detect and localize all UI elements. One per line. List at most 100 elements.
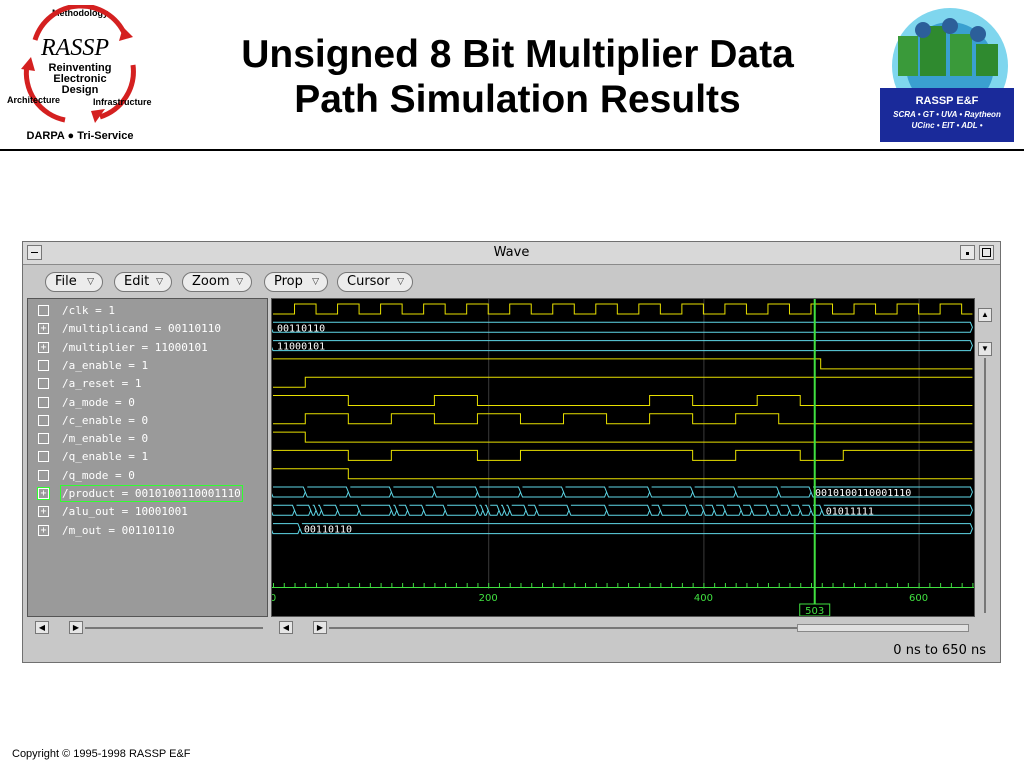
wave-scroll-track [329, 627, 797, 629]
bus-segment [294, 504, 312, 516]
bus-segment [740, 504, 753, 516]
bus-segment [606, 486, 651, 498]
bus-segment [686, 504, 704, 516]
prop-menu-button[interactable]: Prop ▽ [264, 272, 328, 292]
bus-segment [692, 486, 737, 498]
signal-label: /q_mode = 0 [62, 468, 135, 482]
signal-row[interactable]: /a_mode = 0 [28, 394, 267, 412]
signal-label: /clk = 1 [62, 304, 115, 317]
scroll-left-button[interactable]: ◀ [279, 621, 293, 634]
checkbox-icon[interactable] [38, 396, 49, 408]
bus-segment [315, 504, 322, 516]
signal-label: /a_reset = 1 [62, 377, 142, 391]
logo-architecture-label: Architecture [7, 95, 60, 105]
scroll-right-button[interactable]: ▶ [313, 621, 327, 634]
checkbox-icon[interactable] [38, 359, 49, 371]
cursor-menu-label: Cursor [347, 274, 390, 289]
checkbox-icon[interactable] [38, 414, 49, 426]
file-menu-button[interactable]: File ▽ [45, 272, 103, 292]
bus-value-label: 0010100110001110 [815, 488, 911, 499]
status-bar: 0 ns to 650 ns [23, 639, 1000, 662]
signal-row[interactable]: /q_mode = 0 [28, 467, 267, 485]
file-menu-label: File [55, 274, 77, 289]
checkbox-icon[interactable] [38, 469, 49, 481]
cursor-time-label: 503 [805, 606, 824, 616]
signal-row[interactable]: /q_enable = 1 [28, 448, 267, 466]
title-divider [0, 149, 1024, 151]
signal-row[interactable]: /a_reset = 1 [28, 375, 267, 393]
signal-row[interactable]: + /alu_out = 10001001 [28, 503, 267, 521]
zoom-menu-button[interactable]: Zoom ▽ [182, 272, 252, 292]
bus-segment [525, 504, 538, 516]
bus-segment [444, 504, 478, 516]
expand-icon[interactable]: + [38, 323, 49, 335]
minimize-button[interactable] [960, 245, 975, 260]
waveform-pane[interactable]: 00110110 11000101 0010100110001110 01011111… [271, 298, 975, 617]
edit-menu-button[interactable]: Edit ▽ [114, 272, 172, 292]
wave-window: Wave File ▽ Edit ▽ Zoom ▽ Prop ▽ Cursor ▽ /cl… [22, 241, 1001, 663]
waveform-trace [273, 303, 973, 315]
signal-row[interactable]: + /multiplicand = 00110110 [28, 320, 267, 338]
bus-segment [778, 486, 812, 498]
window-titlebar[interactable]: Wave [23, 242, 1000, 265]
signal-label: /multiplicand = 00110110 [62, 322, 221, 336]
checkbox-icon[interactable] [38, 433, 49, 445]
checkbox-icon[interactable] [38, 451, 49, 463]
signal-row[interactable]: + /multiplier = 11000101 [28, 339, 267, 357]
bus-segment [272, 523, 301, 535]
scroll-up-button[interactable]: ▲ [978, 308, 992, 322]
vertical-scroll-track [984, 358, 986, 613]
names-horizontal-scrollbar[interactable]: ◀ ▶ [27, 620, 268, 636]
bus-segment [304, 486, 349, 498]
expand-icon[interactable]: + [38, 506, 49, 518]
wave-horizontal-scrollbar[interactable]: ◀ ▶ [271, 620, 975, 636]
bus-segment [735, 486, 780, 498]
signal-row[interactable]: /a_enable = 1 [28, 357, 267, 375]
signal-label: /product = 0010100110001110 [60, 485, 243, 502]
signal-row[interactable]: /m_enable = 0 [28, 430, 267, 448]
signal-label: /alu_out = 10001001 [62, 505, 188, 519]
bus-segment [799, 504, 812, 516]
bus-segment [310, 504, 317, 516]
logo-rassp-brand: RASSP [40, 35, 109, 61]
expand-icon[interactable]: + [37, 487, 50, 500]
signal-row[interactable]: /clk = 1 [28, 302, 267, 320]
scroll-left-button[interactable]: ◀ [35, 621, 49, 634]
bus-segment [390, 486, 435, 498]
waveform-trace [273, 358, 973, 370]
rassp-logo: Methodology RASSP Reinventing Electronic… [7, 5, 152, 142]
vertical-scrollbar[interactable]: ▲ ▼ [977, 298, 994, 617]
bus-value-label: 00110110 [304, 525, 352, 536]
bus-segment [520, 486, 565, 498]
signal-names-pane[interactable]: /clk = 1 + /multiplicand = 00110110 + /multi… [27, 298, 268, 617]
expand-icon[interactable]: + [38, 341, 49, 353]
signal-label: /a_enable = 1 [62, 358, 149, 372]
bus-segment [433, 486, 478, 498]
rassp-ef-logo: RASSP E&F SCRA • GT • UVA • Raytheon UCi… [880, 8, 1014, 142]
waveform-canvas[interactable]: 00110110 11000101 0010100110001110 01011111… [272, 299, 974, 616]
scroll-down-button[interactable]: ▼ [978, 342, 992, 356]
bus-segment [509, 504, 527, 516]
bus-segment [476, 486, 522, 498]
bus-segment [272, 321, 973, 333]
bus-segment [487, 504, 500, 516]
checkbox-icon[interactable] [38, 378, 49, 390]
wave-scroll-thumb[interactable] [797, 624, 969, 632]
signal-row[interactable]: /c_enable = 0 [28, 412, 267, 430]
signal-row[interactable]: + /product = 0010100110001110 [28, 485, 267, 503]
bus-segment [390, 504, 398, 516]
bus-segment [272, 504, 296, 516]
checkbox-icon[interactable] [38, 305, 49, 316]
signal-label: /q_enable = 1 [62, 450, 149, 464]
bus-segment [724, 504, 742, 516]
ef-logo-line2: UCinc • EIT • ADL • [911, 121, 982, 130]
scroll-right-button[interactable]: ▶ [69, 621, 83, 634]
maximize-button[interactable] [979, 245, 994, 260]
bus-segment [407, 504, 425, 516]
bus-value-label: 01011111 [826, 506, 874, 517]
cursor-menu-button[interactable]: Cursor ▽ [337, 272, 413, 292]
expand-icon[interactable]: + [38, 524, 49, 536]
prop-menu-label: Prop [274, 274, 303, 289]
signal-row[interactable]: + /m_out = 00110110 [28, 522, 267, 540]
waveform-trace [273, 413, 973, 425]
